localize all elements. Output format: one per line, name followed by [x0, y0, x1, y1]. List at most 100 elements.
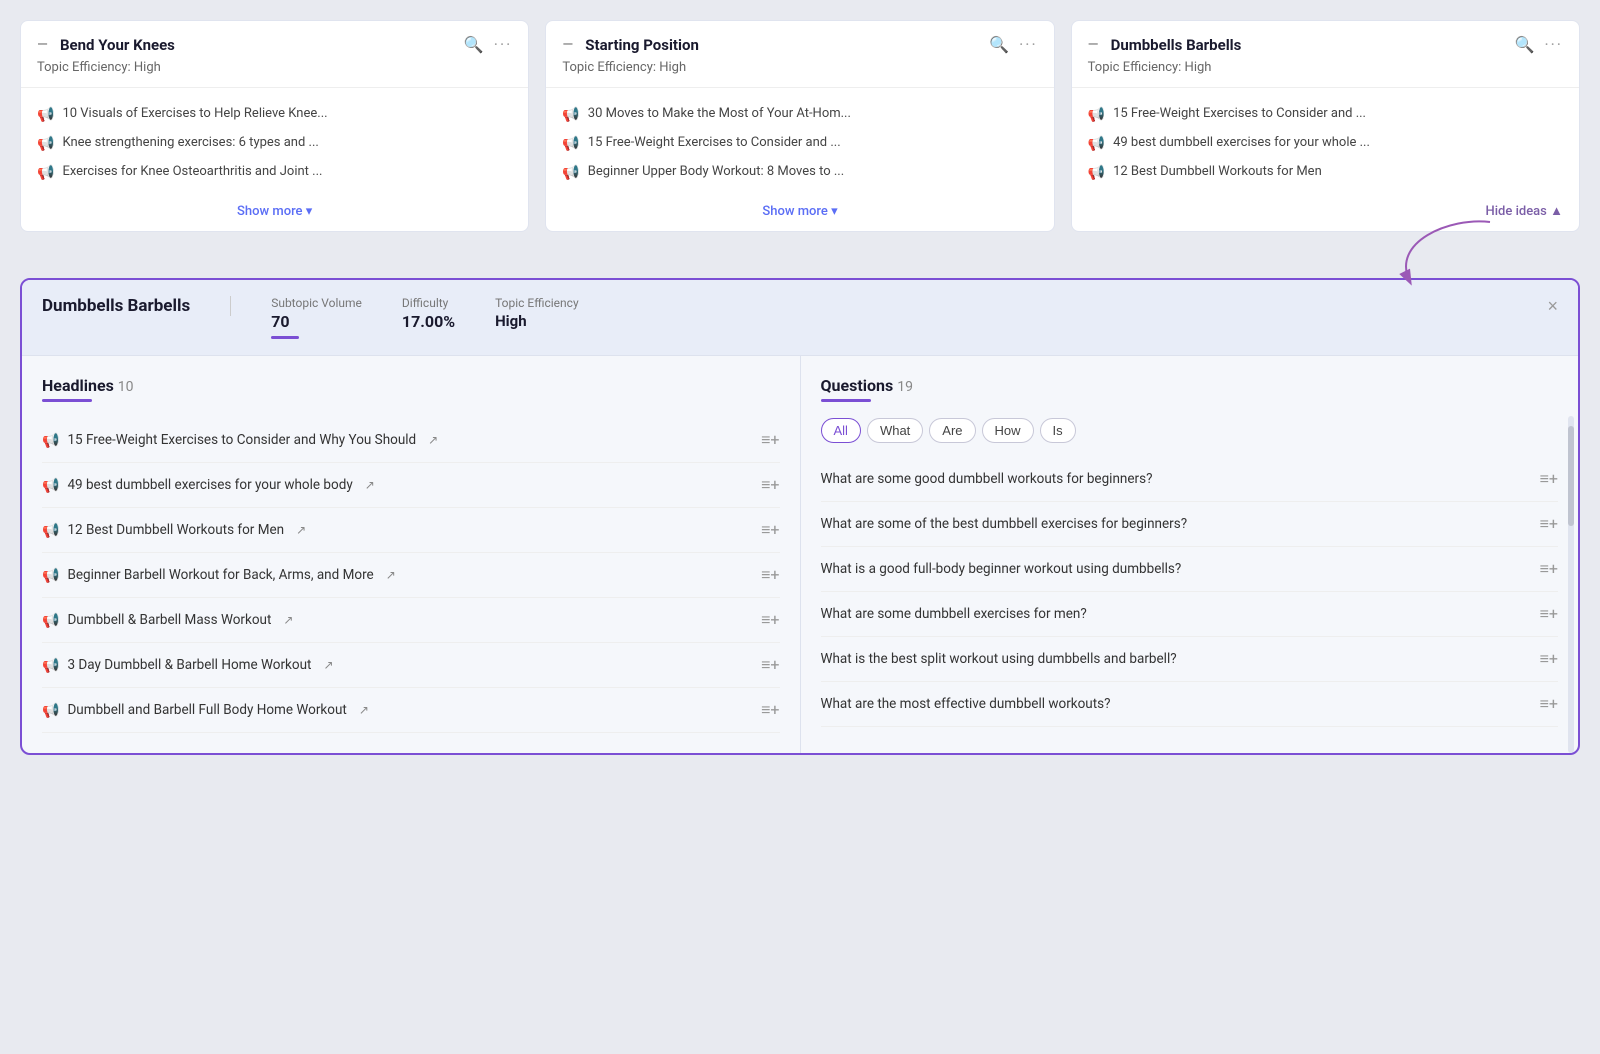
- panel-header: Dumbbells Barbells Subtopic Volume 70 Di…: [22, 280, 1578, 356]
- megaphone-icon: 📢: [37, 107, 54, 123]
- question-item: What is a good full-body beginner workou…: [821, 547, 1559, 592]
- megaphone-icon: 📢: [562, 165, 579, 181]
- card-footer: Hide ideas ▲: [1072, 191, 1579, 231]
- list-item: 📢 Exercises for Knee Osteoarthritis and …: [37, 158, 512, 187]
- megaphone-icon: 📢: [42, 568, 59, 584]
- search-icon[interactable]: 🔍: [1515, 35, 1535, 54]
- dumbbells-barbells-panel: Dumbbells Barbells Subtopic Volume 70 Di…: [20, 278, 1580, 755]
- panel-close-button[interactable]: ×: [1547, 296, 1558, 317]
- headline-item: 📢 Beginner Barbell Workout for Back, Arm…: [42, 553, 780, 598]
- panel-title-section: Dumbbells Barbells: [42, 296, 231, 316]
- megaphone-icon: 📢: [42, 478, 59, 494]
- card-starting-position: — Starting Position 🔍 ··· Topic Efficien…: [545, 20, 1054, 232]
- card-title: Dumbbells Barbells: [1111, 36, 1242, 54]
- subtopic-volume-label: Subtopic Volume: [271, 296, 362, 310]
- megaphone-icon: 📢: [1088, 107, 1105, 123]
- filter-tab-are[interactable]: Are: [929, 418, 975, 443]
- question-item: What are some of the best dumbbell exerc…: [821, 502, 1559, 547]
- scrollbar-track[interactable]: [1568, 416, 1574, 753]
- list-item: 📢 Knee strengthening exercises: 6 types …: [37, 129, 512, 158]
- add-to-list-icon[interactable]: ≡+: [761, 565, 779, 585]
- add-to-list-icon[interactable]: ≡+: [1540, 559, 1558, 579]
- megaphone-icon: 📢: [37, 165, 54, 181]
- external-link-icon[interactable]: ↗: [428, 433, 438, 447]
- card-divider: [546, 87, 1053, 88]
- filter-tab-all[interactable]: All: [821, 418, 861, 443]
- headline-item: 📢 15 Free-Weight Exercises to Consider a…: [42, 418, 780, 463]
- megaphone-icon: 📢: [562, 107, 579, 123]
- more-icon[interactable]: ···: [494, 35, 513, 54]
- add-to-list-icon[interactable]: ≡+: [1540, 514, 1558, 534]
- filter-tab-how[interactable]: How: [982, 418, 1034, 443]
- card-dumbbells-barbells: — Dumbbells Barbells 🔍 ··· Topic Efficie…: [1071, 20, 1580, 232]
- card-items: 📢 30 Moves to Make the Most of Your At-H…: [546, 100, 1053, 191]
- panel-headlines-section: Headlines 10 📢 15 Free-Weight Exercises …: [22, 356, 801, 753]
- more-icon[interactable]: ···: [1019, 35, 1038, 54]
- card-efficiency: Topic Efficiency: High: [546, 60, 1053, 83]
- more-icon[interactable]: ···: [1544, 35, 1563, 54]
- megaphone-icon: 📢: [37, 136, 54, 152]
- external-link-icon[interactable]: ↗: [296, 523, 306, 537]
- headlines-count: 10: [118, 379, 134, 395]
- cards-row: — Bend Your Knees 🔍 ··· Topic Efficiency…: [20, 20, 1580, 232]
- megaphone-muted-icon: 📢: [42, 703, 59, 719]
- topic-efficiency-value: High: [495, 312, 579, 330]
- search-icon[interactable]: 🔍: [464, 35, 484, 54]
- question-item: What are some good dumbbell workouts for…: [821, 457, 1559, 502]
- subtopic-volume-value: 70: [271, 312, 362, 331]
- question-item: What are some dumbbell exercises for men…: [821, 592, 1559, 637]
- headline-item-left: 📢 Dumbbell & Barbell Mass Workout ↗: [42, 612, 293, 629]
- megaphone-icon: 📢: [1088, 165, 1105, 181]
- add-to-list-icon[interactable]: ≡+: [1540, 604, 1558, 624]
- filter-tab-is[interactable]: Is: [1040, 418, 1076, 443]
- minus-icon: —: [1088, 37, 1099, 53]
- add-to-list-icon[interactable]: ≡+: [761, 655, 779, 675]
- external-link-icon[interactable]: ↗: [365, 478, 375, 492]
- external-link-icon[interactable]: ↗: [283, 613, 293, 627]
- add-to-list-icon[interactable]: ≡+: [1540, 649, 1558, 669]
- add-to-list-icon[interactable]: ≡+: [761, 520, 779, 540]
- hide-ideas-link[interactable]: Hide ideas ▲: [1486, 204, 1563, 219]
- list-item: 📢 49 best dumbbell exercises for your wh…: [1088, 129, 1563, 158]
- card-items: 📢 15 Free-Weight Exercises to Consider a…: [1072, 100, 1579, 191]
- card-header: — Dumbbells Barbells 🔍 ···: [1072, 21, 1579, 60]
- card-icons: 🔍 ···: [1515, 35, 1563, 54]
- search-icon[interactable]: 🔍: [989, 35, 1009, 54]
- card-title-row: — Starting Position: [562, 36, 699, 54]
- headline-item-left: 📢 15 Free-Weight Exercises to Consider a…: [42, 432, 438, 449]
- megaphone-icon: 📢: [42, 613, 59, 629]
- card-footer: Show more ▾: [21, 191, 528, 231]
- external-link-icon[interactable]: ↗: [386, 568, 396, 582]
- card-footer: Show more ▾: [546, 191, 1053, 231]
- add-to-list-icon[interactable]: ≡+: [761, 430, 779, 450]
- card-title-row: — Bend Your Knees: [37, 36, 175, 54]
- card-title: Starting Position: [585, 36, 699, 54]
- add-to-list-icon[interactable]: ≡+: [761, 610, 779, 630]
- difficulty-label: Difficulty: [402, 296, 455, 310]
- external-link-icon[interactable]: ↗: [359, 703, 369, 717]
- scrollbar-thumb[interactable]: [1568, 426, 1574, 526]
- add-to-list-icon[interactable]: ≡+: [1540, 694, 1558, 714]
- difficulty-value: 17.00%: [402, 312, 455, 331]
- card-header: — Bend Your Knees 🔍 ···: [21, 21, 528, 60]
- card-title-row: — Dumbbells Barbells: [1088, 36, 1242, 54]
- card-divider: [1072, 87, 1579, 88]
- arrow-annotation-container: [20, 232, 1580, 262]
- add-to-list-icon[interactable]: ≡+: [1540, 469, 1558, 489]
- list-item: 📢 15 Free-Weight Exercises to Consider a…: [1088, 100, 1563, 129]
- show-more-link[interactable]: Show more ▾: [762, 204, 837, 219]
- questions-count: 19: [897, 379, 913, 395]
- external-link-icon[interactable]: ↗: [323, 658, 333, 672]
- headlines-underline: [42, 399, 92, 402]
- list-item: 📢 15 Free-Weight Exercises to Consider a…: [562, 129, 1037, 158]
- add-to-list-icon[interactable]: ≡+: [761, 475, 779, 495]
- headline-item-left: 📢 49 best dumbbell exercises for your wh…: [42, 477, 375, 494]
- show-more-link[interactable]: Show more ▾: [237, 204, 312, 219]
- megaphone-icon: 📢: [1088, 136, 1105, 152]
- panel-topic-efficiency: Topic Efficiency High: [495, 296, 579, 330]
- add-to-list-icon[interactable]: ≡+: [761, 700, 779, 720]
- filter-tab-what[interactable]: What: [867, 418, 923, 443]
- card-header: — Starting Position 🔍 ···: [546, 21, 1053, 60]
- list-item: 📢 12 Best Dumbbell Workouts for Men: [1088, 158, 1563, 187]
- headline-item: 📢 Dumbbell and Barbell Full Body Home Wo…: [42, 688, 780, 733]
